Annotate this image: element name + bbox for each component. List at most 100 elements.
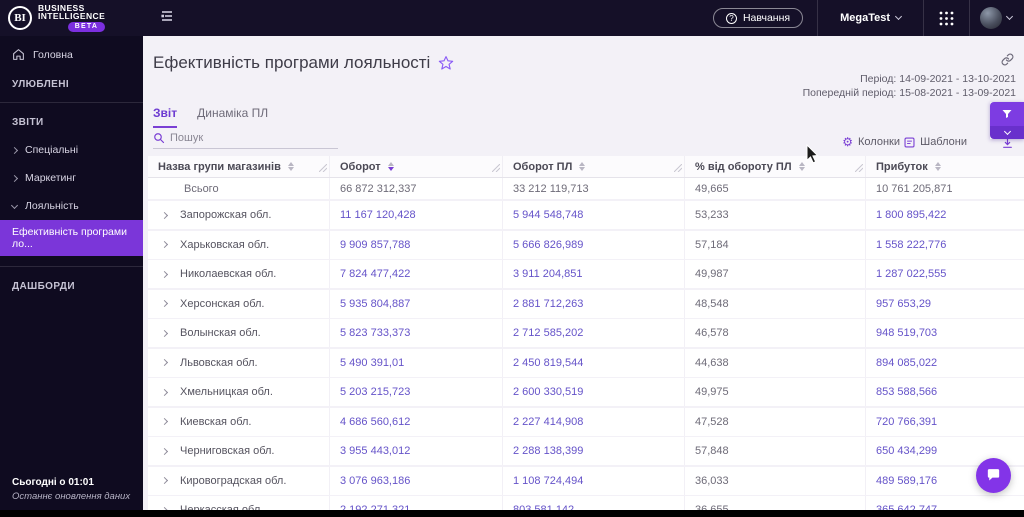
region-name: Харьковская обл. xyxy=(180,238,270,251)
column-header-name[interactable]: Назва групи магазинів xyxy=(148,156,330,177)
row-expand-chevron-icon[interactable] xyxy=(160,329,169,337)
download-icon[interactable] xyxy=(1001,137,1014,155)
row-expand-chevron-icon[interactable] xyxy=(160,447,169,455)
turnover-pl-value-link[interactable]: 2 288 138,399 xyxy=(503,437,685,465)
turnover-value-link[interactable]: 3 955 443,012 xyxy=(330,437,503,465)
column-header-turnover-pl[interactable]: Оборот ПЛ xyxy=(503,156,685,177)
data-refresh-status: Сьогодні о 01:01 Останнє оновлення даних xyxy=(12,477,130,502)
total-turnover: 66 872 312,337 xyxy=(330,178,503,199)
turnover-pl-value-link[interactable]: 2 600 330,519 xyxy=(503,378,685,406)
turnover-pl-value-link[interactable]: 2 881 712,263 xyxy=(503,289,685,318)
profit-value-link[interactable]: 1 800 895,422 xyxy=(866,201,1024,229)
column-resize-handle[interactable] xyxy=(673,163,683,175)
tab-report[interactable]: Звіт xyxy=(153,106,178,128)
sidebar-item-loyalty[interactable]: Лояльність xyxy=(0,192,143,220)
avatar xyxy=(980,7,1002,29)
apps-grid-button[interactable] xyxy=(924,10,969,27)
table-header-row: Назва групи магазинів Оборот Оборот ПЛ %… xyxy=(148,156,1024,178)
table-row: Киевская обл. 4 686 560,612 2 227 414,90… xyxy=(148,407,1024,436)
column-header-turnover[interactable]: Оборот xyxy=(330,156,503,177)
profit-value-link[interactable]: 957 653,29 xyxy=(866,290,1024,318)
columns-label: Колонки xyxy=(858,136,900,148)
total-profit: 10 761 205,871 xyxy=(876,182,953,195)
turnover-value-link[interactable]: 5 935 804,887 xyxy=(330,289,503,318)
turnover-pl-value-link[interactable]: 3 911 204,851 xyxy=(503,260,685,288)
sidebar-toggle-icon[interactable] xyxy=(159,8,175,29)
filters-collapse-toggle[interactable] xyxy=(990,126,1024,139)
turnover-value-link[interactable]: 9 909 857,788 xyxy=(330,230,503,259)
profit-value-link[interactable]: 894 085,022 xyxy=(866,349,1024,377)
pct-value: 36,033 xyxy=(685,466,866,495)
sidebar-item-label: Лояльність xyxy=(25,200,79,212)
page-title-text: Ефективність програми лояльності xyxy=(153,53,431,72)
table-row: Черниговская обл. 3 955 443,012 2 288 13… xyxy=(148,437,1024,465)
tab-dynamics[interactable]: Динаміка ПЛ xyxy=(197,106,268,128)
row-expand-chevron-icon[interactable] xyxy=(160,388,169,396)
columns-button[interactable]: ⚙ Колонки xyxy=(842,136,900,148)
table-row: Запорожская обл. 11 167 120,428 5 944 54… xyxy=(148,201,1024,229)
user-menu[interactable] xyxy=(970,7,1024,29)
row-expand-chevron-icon[interactable] xyxy=(160,270,169,278)
copy-link-icon[interactable] xyxy=(1001,53,1014,71)
search-box xyxy=(153,132,338,149)
turnover-pl-value-link[interactable]: 5 666 826,989 xyxy=(503,230,685,259)
turnover-pl-value-link[interactable]: 2 227 414,908 xyxy=(503,407,685,436)
profit-value-link[interactable]: 1 287 022,555 xyxy=(866,260,1024,288)
row-expand-chevron-icon[interactable] xyxy=(160,240,169,249)
table-row: Харьковская обл. 9 909 857,788 5 666 826… xyxy=(148,230,1024,259)
refresh-time: Сьогодні о 01:01 xyxy=(12,477,94,488)
templates-label: Шаблони xyxy=(920,136,967,148)
turnover-value-link[interactable]: 3 076 963,186 xyxy=(330,466,503,495)
profit-value-link[interactable]: 720 766,391 xyxy=(866,408,1024,436)
table-total-row: Всього 66 872 312,337 33 212 119,713 49,… xyxy=(148,178,1024,199)
column-header-profit[interactable]: Прибуток xyxy=(866,156,1024,177)
chat-support-button[interactable] xyxy=(976,458,1011,493)
sort-icon-active-desc xyxy=(387,161,394,172)
row-expand-chevron-icon[interactable] xyxy=(160,358,169,367)
sidebar-item-active-report[interactable]: Ефективність програми ло... xyxy=(0,220,143,256)
region-name: Кировоградская обл. xyxy=(180,474,287,487)
report-tabs: Звіт Динаміка ПЛ xyxy=(153,106,268,128)
turnover-pl-value-link[interactable]: 2 712 585,202 xyxy=(503,319,685,347)
turnover-pl-value-link[interactable]: 5 944 548,748 xyxy=(503,201,685,229)
table-row: Кировоградская обл. 3 076 963,186 1 108 … xyxy=(148,466,1024,495)
turnover-value-link[interactable]: 4 686 560,612 xyxy=(330,407,503,436)
sidebar-item-marketing[interactable]: Маркетинг xyxy=(0,164,143,192)
column-resize-handle[interactable] xyxy=(491,163,501,175)
row-expand-chevron-icon[interactable] xyxy=(160,417,169,426)
brand-line2: INTELLIGENCE xyxy=(38,11,106,21)
brand-logo[interactable]: BI BUSINESS INTELLIGENCE BETA xyxy=(0,0,143,36)
filters-panel-button[interactable] xyxy=(990,102,1024,139)
profit-value-link[interactable]: 948 519,703 xyxy=(866,319,1024,347)
training-button[interactable]: ? Навчання xyxy=(712,8,804,28)
workspace-selector[interactable]: MegaTest xyxy=(818,12,923,24)
turnover-value-link[interactable]: 7 824 477,422 xyxy=(330,260,503,288)
sidebar-item-label: Спеціальні xyxy=(25,144,79,156)
column-resize-handle[interactable] xyxy=(854,163,864,175)
column-resize-handle[interactable] xyxy=(318,163,328,175)
turnover-value-link[interactable]: 5 203 215,723 xyxy=(330,378,503,406)
pct-value: 48,548 xyxy=(685,289,866,318)
turnover-pl-value-link[interactable]: 1 108 724,494 xyxy=(503,466,685,495)
region-name: Херсонская обл. xyxy=(180,297,265,310)
row-expand-chevron-icon[interactable] xyxy=(160,211,169,219)
turnover-value-link[interactable]: 5 490 391,01 xyxy=(330,348,503,377)
search-input[interactable] xyxy=(170,132,330,144)
profit-value-link[interactable]: 853 588,566 xyxy=(866,378,1024,406)
templates-button[interactable]: Шаблони xyxy=(904,136,967,148)
turnover-value-link[interactable]: 5 823 733,373 xyxy=(330,319,503,347)
turnover-value-link[interactable]: 11 167 120,428 xyxy=(330,201,503,229)
chat-bubble-icon xyxy=(987,469,1000,481)
sidebar-item-home[interactable]: Головна xyxy=(0,36,143,69)
help-icon: ? xyxy=(725,12,737,24)
favorite-star-icon[interactable] xyxy=(438,55,454,71)
profit-value-link[interactable]: 1 558 222,776 xyxy=(866,231,1024,259)
sidebar-item-special[interactable]: Спеціальні xyxy=(0,136,143,164)
table-row: Херсонская обл. 5 935 804,887 2 881 712,… xyxy=(148,289,1024,318)
pct-value: 57,184 xyxy=(685,230,866,259)
turnover-pl-value-link[interactable]: 2 450 819,544 xyxy=(503,348,685,377)
row-expand-chevron-icon[interactable] xyxy=(160,299,169,308)
row-expand-chevron-icon[interactable] xyxy=(160,476,169,485)
column-header-pct[interactable]: % від обороту ПЛ xyxy=(685,156,866,177)
pct-value: 44,638 xyxy=(685,348,866,377)
